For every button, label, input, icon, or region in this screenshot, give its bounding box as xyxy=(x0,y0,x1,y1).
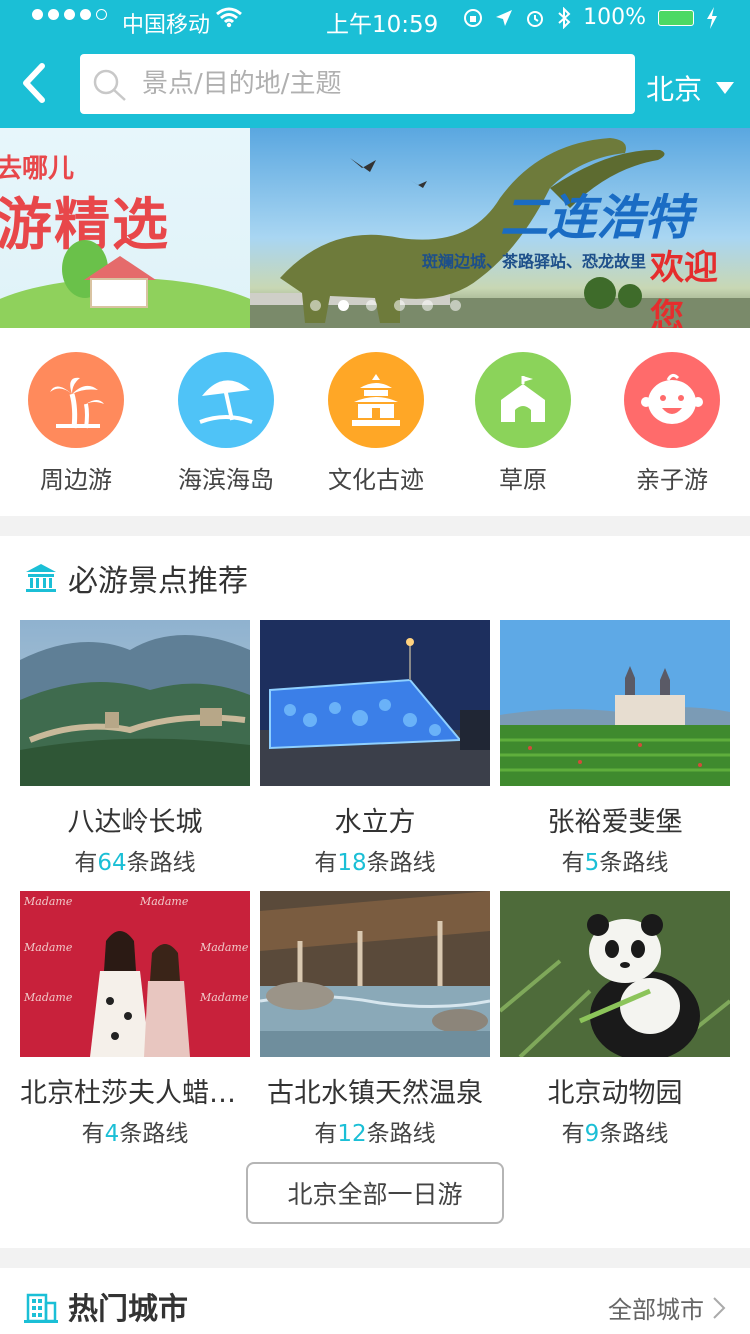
rotation-lock-icon xyxy=(464,8,483,27)
great-wall-photo xyxy=(20,620,250,786)
category-family[interactable]: 亲子游 xyxy=(612,352,732,495)
attraction-card-beijing-zoo[interactable]: 北京动物园 有9条路线 xyxy=(500,891,730,1148)
back-arrow-icon[interactable] xyxy=(18,60,58,106)
house-roof-illustration xyxy=(84,256,156,280)
attraction-name: 北京动物园 xyxy=(547,1078,683,1109)
beach-umbrella-icon xyxy=(178,352,274,448)
temple-icon xyxy=(328,352,424,448)
all-cities-link[interactable]: 全部城市 xyxy=(608,1290,726,1325)
chevron-right-icon xyxy=(713,1296,726,1319)
carousel-dot[interactable] xyxy=(310,300,321,311)
attraction-card-badaling[interactable]: 八达岭长城 有64条路线 xyxy=(20,620,250,877)
clock: 上午10:59 xyxy=(326,12,439,38)
search-icon xyxy=(93,69,126,101)
attraction-name: 古北水镇天然温泉 xyxy=(267,1078,483,1109)
dropdown-triangle-icon xyxy=(716,82,735,94)
section-title: 热门城市 xyxy=(68,1292,188,1327)
battery-icon xyxy=(658,9,694,26)
nav-bar: 北京 xyxy=(0,40,750,128)
category-beach-island[interactable]: 海滨海岛 xyxy=(166,352,286,495)
bluetooth-icon xyxy=(558,6,571,29)
category-label: 周边游 xyxy=(40,466,112,494)
alarm-icon xyxy=(527,10,544,27)
svg-text:Madame: Madame xyxy=(199,991,249,1004)
banner-title: 二连浩特 xyxy=(500,190,693,246)
museum-building-icon xyxy=(26,564,56,592)
category-label: 亲子游 xyxy=(636,466,708,494)
attraction-name: 张裕爱斐堡 xyxy=(547,807,683,838)
city-label: 北京 xyxy=(646,73,703,106)
carousel-dot[interactable] xyxy=(394,300,405,311)
palm-tree-icon xyxy=(28,352,124,448)
svg-text:Madame: Madame xyxy=(23,941,73,954)
hot-cities-section: 热门城市 全部城市 xyxy=(0,1268,750,1334)
city-building-icon xyxy=(24,1293,58,1323)
attraction-card-gubei-hot-spring[interactable]: 古北水镇天然温泉 有12条路线 xyxy=(260,891,490,1148)
banner-slide-previous[interactable]: 去哪儿 游精选 xyxy=(0,128,250,328)
hot-spring-photo xyxy=(260,891,490,1057)
route-count: 有9条路线 xyxy=(561,1121,669,1147)
banner-slide-current[interactable]: 二连浩特 斑斓边城、茶路驿站、恐龙故里 欢迎您 xyxy=(250,128,750,328)
carousel-indicator[interactable] xyxy=(310,300,461,311)
svg-text:Madame: Madame xyxy=(23,895,73,908)
category-culture-heritage[interactable]: 文化古迹 xyxy=(316,352,436,495)
castle-photo xyxy=(500,620,730,786)
svg-text:Madame: Madame xyxy=(139,895,189,908)
attraction-card-madame-tussauds[interactable]: Madame Madame Madame Madame Madame Madame 北京杜… xyxy=(20,891,250,1148)
attraction-name: 八达岭长城 xyxy=(67,807,203,838)
category-grid: 周边游 海滨海岛 文化古迹 草原 亲子游 xyxy=(0,328,750,516)
battery-percent: 100% xyxy=(583,5,646,30)
svg-text:Madame: Madame xyxy=(199,941,249,954)
section-title: 必游景点推荐 xyxy=(68,564,248,599)
banner-carousel[interactable]: 去哪儿 游精选 二连浩特 斑斓边城、茶路驿站、恐龙故里 欢迎您 xyxy=(0,128,750,328)
search-box[interactable] xyxy=(80,54,635,114)
category-label: 文化古迹 xyxy=(328,466,424,494)
carousel-dot[interactable] xyxy=(450,300,461,311)
attraction-name: 北京杜莎夫人蜡像馆 xyxy=(20,1078,250,1109)
banner-welcome: 欢迎您 xyxy=(650,248,718,328)
search-input[interactable] xyxy=(142,54,622,114)
carousel-dot[interactable] xyxy=(366,300,377,311)
category-label: 草原 xyxy=(499,466,547,494)
signal-strength-icon xyxy=(32,9,107,20)
section-header: 热门城市 xyxy=(24,1284,188,1328)
baby-face-icon xyxy=(624,352,720,448)
city-selector[interactable]: 北京 xyxy=(646,68,735,108)
water-cube-photo xyxy=(260,620,490,786)
carrier-label: 中国移动 xyxy=(122,13,211,38)
house-illustration xyxy=(90,278,148,308)
attraction-card-water-cube[interactable]: 水立方 有18条路线 xyxy=(260,620,490,877)
yurt-icon xyxy=(475,352,571,448)
all-cities-label: 全部城市 xyxy=(608,1296,704,1324)
panda-photo xyxy=(500,891,730,1057)
category-grassland[interactable]: 草原 xyxy=(463,352,583,495)
attraction-name: 水立方 xyxy=(334,807,416,838)
must-visit-section: 必游景点推荐 八达岭长城 有64条路线 水立方 有18条路线 张裕爱斐堡 有5条… xyxy=(0,536,750,1248)
route-count: 有4条路线 xyxy=(81,1121,189,1147)
section-header: 必游景点推荐 xyxy=(24,556,248,600)
route-count: 有12条路线 xyxy=(314,1121,436,1147)
all-day-trips-button[interactable]: 北京全部一日游 xyxy=(246,1162,504,1224)
carousel-dot-active[interactable] xyxy=(338,300,349,311)
carousel-dot[interactable] xyxy=(422,300,433,311)
wifi-icon xyxy=(216,7,242,28)
location-arrow-icon xyxy=(496,9,513,26)
category-nearby[interactable]: 周边游 xyxy=(16,352,136,495)
charging-bolt-icon xyxy=(707,6,717,29)
route-count: 有5条路线 xyxy=(561,850,669,876)
category-label: 海滨海岛 xyxy=(178,466,274,494)
status-bar: 中国移动 上午10:59 100% xyxy=(0,0,750,40)
banner-subtitle: 斑斓边城、茶路驿站、恐龙故里 xyxy=(422,252,647,271)
wax-museum-photo: Madame Madame Madame Madame Madame Madame xyxy=(20,891,250,1057)
route-count: 有64条路线 xyxy=(74,850,196,876)
attraction-card-changyu-castle[interactable]: 张裕爱斐堡 有5条路线 xyxy=(500,620,730,877)
svg-text:Madame: Madame xyxy=(23,991,73,1004)
route-count: 有18条路线 xyxy=(314,850,436,876)
